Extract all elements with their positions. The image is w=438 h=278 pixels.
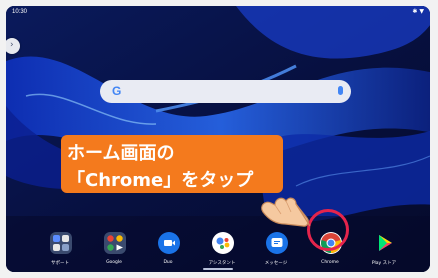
dock-app-label: Duo: [163, 260, 173, 265]
google-logo-icon: G: [112, 84, 122, 98]
dock-app-label: メッセージ: [264, 261, 288, 266]
chevron-right-icon: ›: [10, 40, 14, 50]
duo-icon: [158, 232, 180, 254]
screenshot-frame: 10:30 ✱ ▼ › G サポート Google Duo アシスタント メッセ…: [0, 0, 438, 278]
messages-icon: [266, 232, 288, 254]
bluetooth-icon: ✱: [412, 8, 418, 15]
dock-app-play-store[interactable]: Play ストア: [357, 230, 411, 272]
play-store-icon: [374, 232, 396, 254]
google-folder-icon: [104, 232, 126, 254]
mic-icon[interactable]: [338, 86, 343, 95]
dock: サポート Google Duo アシスタント メッセージ Chrome Play…: [6, 230, 430, 272]
instruction-callout: ホーム画面の 「Chrome」をタップ: [61, 135, 283, 193]
dock-app-label: サポート: [51, 261, 69, 266]
dock-app-google[interactable]: Google: [87, 230, 141, 272]
status-icons: ✱ ▼: [412, 8, 424, 16]
dock-app-label: Google: [106, 260, 122, 265]
tap-hand-icon: [261, 197, 311, 227]
dock-app-label: アシスタント: [208, 261, 236, 266]
dock-app-label: Play ストア: [371, 261, 397, 266]
callout-line-2: 「Chrome」をタップ: [67, 170, 254, 191]
callout-line-1: ホーム画面の: [67, 143, 175, 164]
dock-app-assistant[interactable]: アシスタント: [195, 230, 249, 272]
dock-app-label: Chrome: [321, 260, 339, 265]
folder-support-icon: [50, 232, 72, 254]
assistant-icon: [212, 232, 234, 254]
status-time: 10:30: [12, 9, 28, 15]
google-search-bar[interactable]: G: [100, 80, 351, 103]
dock-app-support[interactable]: サポート: [33, 230, 87, 272]
dock-app-duo[interactable]: Duo: [141, 230, 195, 272]
dock-app-messages[interactable]: メッセージ: [249, 230, 303, 272]
wifi-icon: ▼: [419, 8, 424, 15]
status-bar: 10:30 ✱ ▼: [6, 6, 430, 20]
navigation-handle[interactable]: [203, 268, 233, 270]
